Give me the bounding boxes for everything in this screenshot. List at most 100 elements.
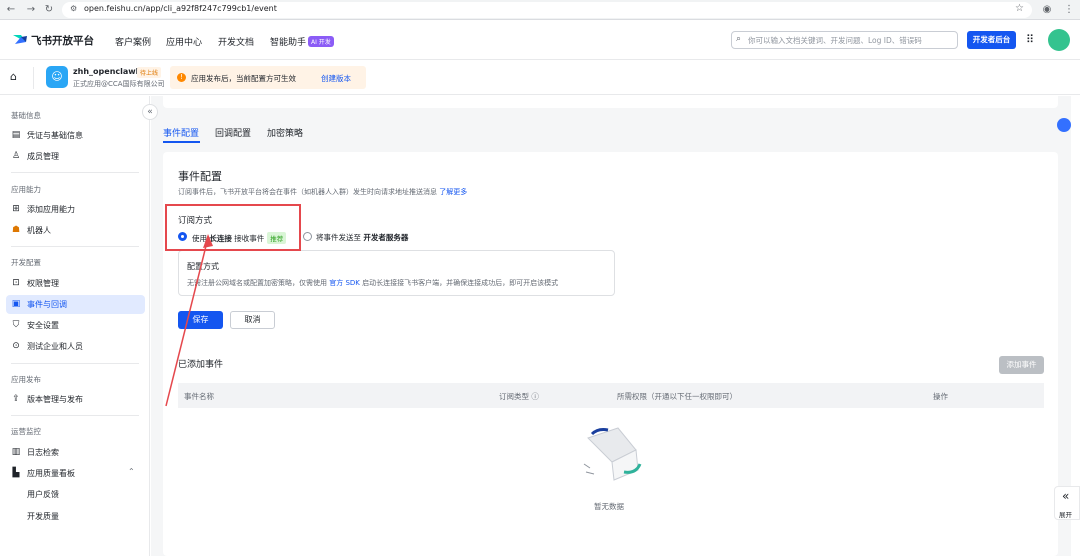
publish-notice: ! 应用发布后，当前配置方可生效 创建版本 xyxy=(170,66,366,89)
member-icon: ♙ xyxy=(11,151,21,161)
sidebar-item-test-users[interactable]: ⊙ 测试企业和人员 xyxy=(6,337,145,356)
option2-bold: 开发者服务器 xyxy=(363,233,409,242)
option-dev-server[interactable]: 将事件发送至 开发者服务器 xyxy=(316,232,408,243)
header-divider xyxy=(33,67,34,89)
create-version-link[interactable]: 创建版本 xyxy=(321,73,351,84)
url-text: open.feishu.cn/app/cli_a92f8f247c799cb1/… xyxy=(84,4,277,13)
column-subscribe-type-label: 订阅类型 xyxy=(499,392,529,401)
apps-grid-icon[interactable]: ⠿ xyxy=(1026,33,1034,46)
address-bar[interactable]: ⚙ open.feishu.cn/app/cli_a92f8f247c799cb… xyxy=(62,2,1032,18)
learn-more-link[interactable]: 了解更多 xyxy=(439,188,467,196)
sidebar-divider xyxy=(11,415,139,416)
column-subscribe-type: 订阅类型 ⓘ xyxy=(499,391,539,402)
section-operations: 运营监控 xyxy=(11,427,41,436)
lock-icon: ⊡ xyxy=(12,278,20,288)
sidebar-item-permissions[interactable]: ⊡ 权限管理 xyxy=(6,274,145,293)
config-desc-2: 启动长连接接飞书客户端，并确保连接成功后，即可开启该模式 xyxy=(362,279,559,287)
developer-console-button[interactable]: 开发者后台 xyxy=(967,31,1016,49)
browser-toolbar: ← → ↻ ⚙ open.feishu.cn/app/cli_a92f8f247… xyxy=(0,0,1080,20)
sidebar-item-label: 事件与回调 xyxy=(27,300,67,309)
section-description: 订阅事件后，飞书开放平台将会在事件（如机器人入群）发生时向请求地址推送消息 了解… xyxy=(178,187,467,197)
config-method-desc: 无需注册公网域名或配置加密策略，仅需使用 官方 SDK 启动长连接接飞书客户端，… xyxy=(187,278,558,288)
sidebar-item-label: 用户反馈 xyxy=(27,490,59,499)
column-permissions: 所需权限（开通以下任一权限即可） xyxy=(617,392,737,401)
sidebar-item-label: 安全设置 xyxy=(27,321,59,330)
tab-callback-config[interactable]: 回调配置 xyxy=(215,126,251,139)
double-chevron-left-icon: « xyxy=(1062,489,1070,503)
back-icon[interactable]: ← xyxy=(4,3,18,17)
avatar[interactable] xyxy=(1048,29,1070,51)
floating-assistant-icon[interactable] xyxy=(1057,118,1071,132)
option2-prefix: 将事件发送至 xyxy=(316,233,361,242)
cancel-button[interactable]: 取消 xyxy=(230,311,275,329)
section-app-release: 应用发布 xyxy=(11,375,41,384)
sidebar: 基础信息 ▤ 凭证与基础信息 ♙ 成员管理 应用能力 ⊞ 添加应用能力 ☗ 机器人 开发… xyxy=(0,96,150,556)
menu-icon[interactable]: ⋮ xyxy=(1062,3,1076,17)
credential-icon: ▤ xyxy=(11,130,21,140)
sidebar-item-logs[interactable]: ▥ 日志检索 xyxy=(6,443,145,462)
star-icon[interactable]: ☆ xyxy=(1015,3,1024,14)
add-event-button[interactable]: 添加事件 xyxy=(999,356,1044,374)
sidebar-item-robot[interactable]: ☗ 机器人 xyxy=(6,221,145,240)
sidebar-item-security[interactable]: ⛉ 安全设置 xyxy=(6,316,145,335)
sidebar-item-label: 成员管理 xyxy=(27,152,59,161)
sidebar-divider xyxy=(11,246,139,247)
warning-icon: ! xyxy=(177,73,186,82)
sidebar-item-user-feedback[interactable]: 用户反馈 xyxy=(6,485,145,504)
event-icon: ▣ xyxy=(11,299,21,309)
sidebar-item-label: 凭证与基础信息 xyxy=(27,131,83,140)
profile-icon[interactable]: ◉ xyxy=(1040,3,1054,17)
test-icon: ⊙ xyxy=(12,341,20,351)
nav-app-center[interactable]: 应用中心 xyxy=(166,35,202,48)
top-card-remnant xyxy=(163,96,1058,108)
site-info-icon[interactable]: ⚙ xyxy=(70,4,77,13)
chevron-up-icon: ⌃ xyxy=(128,467,135,476)
nav-customer-cases[interactable]: 客户案例 xyxy=(115,35,151,48)
reload-icon[interactable]: ↻ xyxy=(42,3,56,17)
home-icon[interactable]: ⌂ xyxy=(10,70,17,83)
expand-label: 展开 xyxy=(1059,511,1072,519)
expand-panel-button[interactable]: « 展开 xyxy=(1054,486,1080,520)
tab-encryption[interactable]: 加密策略 xyxy=(267,126,303,139)
feishu-logo-icon xyxy=(12,33,28,45)
events-table-header: 事件名称 订阅类型 ⓘ 所需权限（开通以下任一权限即可） 操作 xyxy=(178,383,1044,408)
collapse-sidebar-icon[interactable]: « xyxy=(142,104,158,120)
sidebar-item-add-capability[interactable]: ⊞ 添加应用能力 xyxy=(6,200,145,219)
sidebar-item-label: 版本管理与发布 xyxy=(27,395,83,404)
radio-dev-server[interactable] xyxy=(303,232,312,241)
description-text: 订阅事件后，飞书开放平台将会在事件（如机器人入群）发生时向请求地址推送消息 xyxy=(178,188,437,196)
sidebar-item-label: 测试企业和人员 xyxy=(27,342,83,351)
empty-box-icon xyxy=(578,424,644,484)
nav-ai-assistant[interactable]: 智能助手 AI 开发 xyxy=(270,35,334,48)
sidebar-item-members[interactable]: ♙ 成员管理 xyxy=(6,147,145,166)
ai-badge: AI 开发 xyxy=(308,36,334,47)
help-circle-icon[interactable]: ⓘ xyxy=(531,392,539,401)
sidebar-item-label: 开发质量 xyxy=(27,512,59,521)
sidebar-item-events[interactable]: ▣ 事件与回调 xyxy=(6,295,145,314)
sidebar-item-quality-board[interactable]: ▙ 应用质量看板 ⌃ xyxy=(6,464,145,483)
top-navigation: 飞书开放平台 客户案例 应用中心 开发文档 智能助手AI 开发 ⌕ 开发者后台 … xyxy=(0,20,1080,60)
status-badge: 待上线 xyxy=(137,67,162,78)
forward-icon[interactable]: → xyxy=(24,3,38,17)
platform-title[interactable]: 飞书开放平台 xyxy=(31,33,94,48)
tab-event-config[interactable]: 事件配置 xyxy=(163,126,199,139)
upload-icon: ⇪ xyxy=(12,394,20,404)
column-actions: 操作 xyxy=(933,392,948,401)
search-box[interactable]: ⌕ xyxy=(731,31,958,49)
official-sdk-link[interactable]: 官方 SDK xyxy=(329,279,360,287)
sidebar-divider xyxy=(11,172,139,173)
shield-icon: ⛉ xyxy=(12,320,20,330)
log-icon: ▥ xyxy=(11,447,21,457)
sidebar-item-versions[interactable]: ⇪ 版本管理与发布 xyxy=(6,390,145,409)
empty-state-text: 暂无数据 xyxy=(594,502,624,511)
nav-ai-assistant-label: 智能助手 xyxy=(270,38,307,48)
sidebar-item-label: 权限管理 xyxy=(27,279,59,288)
app-subtitle: 正式应用@CCA国际有限公司 xyxy=(73,80,165,88)
nav-dev-docs[interactable]: 开发文档 xyxy=(218,35,254,48)
sidebar-item-dev-quality[interactable]: 开发质量 xyxy=(6,507,145,526)
search-input[interactable] xyxy=(748,34,953,46)
grid-icon: ⊞ xyxy=(12,204,20,214)
section-basic-info: 基础信息 xyxy=(11,111,41,120)
sidebar-item-credentials[interactable]: ▤ 凭证与基础信息 xyxy=(6,126,145,145)
robot-icon: ☗ xyxy=(11,225,21,235)
